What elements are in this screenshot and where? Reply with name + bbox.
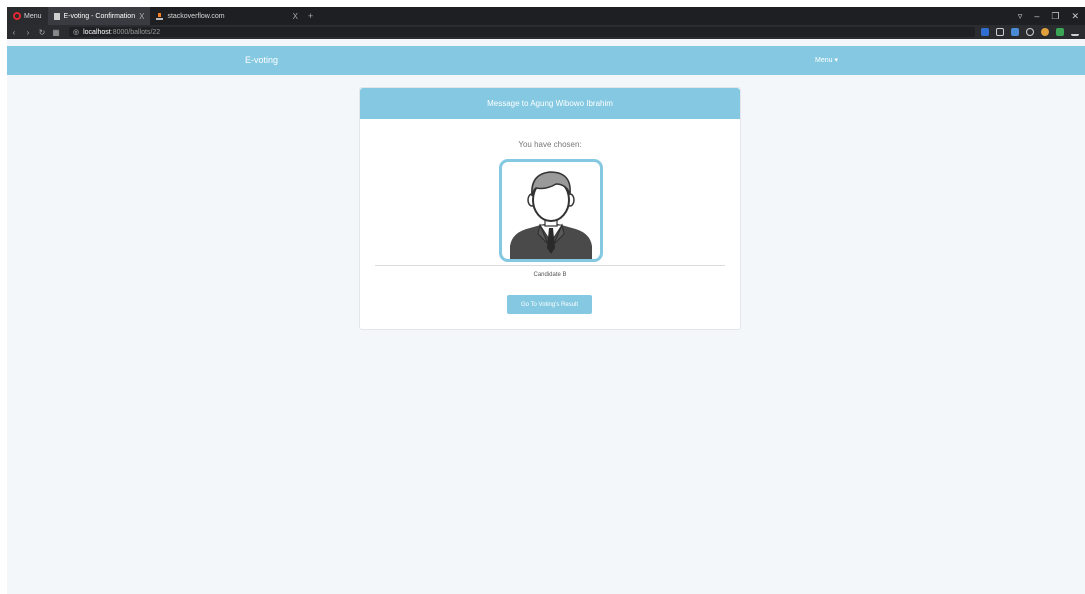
tab-stackoverflow[interactable]: stackoverflow.com X <box>150 7 304 25</box>
voting-result-button[interactable]: Go To Voting's Result <box>507 295 592 314</box>
speed-dial-icon[interactable]: ▦ <box>49 28 63 37</box>
window-controls: ▿ – ❐ ✕ <box>1018 11 1085 22</box>
reload-icon[interactable]: ↻ <box>35 28 49 37</box>
url-path: :8000/ballots/22 <box>110 28 161 36</box>
address-bar: ‹ › ↻ ▦ ◎ localhost:8000/ballots/22 <box>7 25 1085 39</box>
candidate-name: Candidate B <box>533 272 567 278</box>
back-icon[interactable]: ‹ <box>7 28 21 37</box>
brand-link[interactable]: E-voting <box>245 55 278 65</box>
opera-logo-icon <box>13 12 21 20</box>
forward-icon[interactable]: › <box>21 28 35 37</box>
tab-title: E-voting - Confirmation <box>63 12 136 20</box>
tab-close-icon[interactable]: X <box>293 12 298 21</box>
divider <box>375 265 725 266</box>
color-extension-icon[interactable] <box>1041 28 1049 36</box>
app-navbar: E-voting Menu ▾ <box>7 46 1085 75</box>
browser-menu-label: Menu <box>24 12 42 20</box>
card-header-text: Message to Agung Wibowo Ibrahim <box>487 99 613 108</box>
confirmation-card: Message to Agung Wibowo Ibrahim You have… <box>359 87 741 330</box>
new-tab-button[interactable]: + <box>304 11 313 21</box>
browser-menu-button[interactable]: Menu <box>7 7 48 25</box>
browser-window: Menu E-voting - Confirmation X stackover… <box>7 7 1085 594</box>
download-icon[interactable] <box>1071 28 1079 36</box>
extension-icon[interactable] <box>1056 28 1064 36</box>
page-icon <box>53 12 60 20</box>
chosen-label: You have chosen: <box>518 140 582 149</box>
menu-dropdown[interactable]: Menu ▾ <box>815 56 838 64</box>
restore-icon[interactable]: ❐ <box>1051 11 1059 22</box>
person-avatar-icon <box>510 171 592 259</box>
site-info-icon[interactable]: ◎ <box>73 28 79 36</box>
vpn-icon[interactable] <box>981 28 989 36</box>
card-header: Message to Agung Wibowo Ibrahim <box>360 88 740 119</box>
tab-bar: Menu E-voting - Confirmation X stackover… <box>7 7 1085 25</box>
extension-icons <box>981 28 1085 36</box>
stackoverflow-icon <box>156 12 164 20</box>
tab-evoting[interactable]: E-voting - Confirmation X <box>47 7 151 25</box>
extension-icon[interactable] <box>1011 28 1019 36</box>
tab-close-icon[interactable]: X <box>139 12 144 21</box>
url-field[interactable]: ◎ localhost:8000/ballots/22 <box>69 27 975 37</box>
heart-icon[interactable] <box>996 28 1004 36</box>
search-icon[interactable] <box>1026 28 1034 36</box>
close-window-icon[interactable]: ✕ <box>1071 11 1079 22</box>
url-host: localhost <box>83 28 111 36</box>
filter-icon[interactable]: ▿ <box>1018 11 1023 22</box>
tab-title: stackoverflow.com <box>167 12 225 20</box>
candidate-avatar <box>499 159 603 262</box>
minimize-icon[interactable]: – <box>1034 11 1039 22</box>
